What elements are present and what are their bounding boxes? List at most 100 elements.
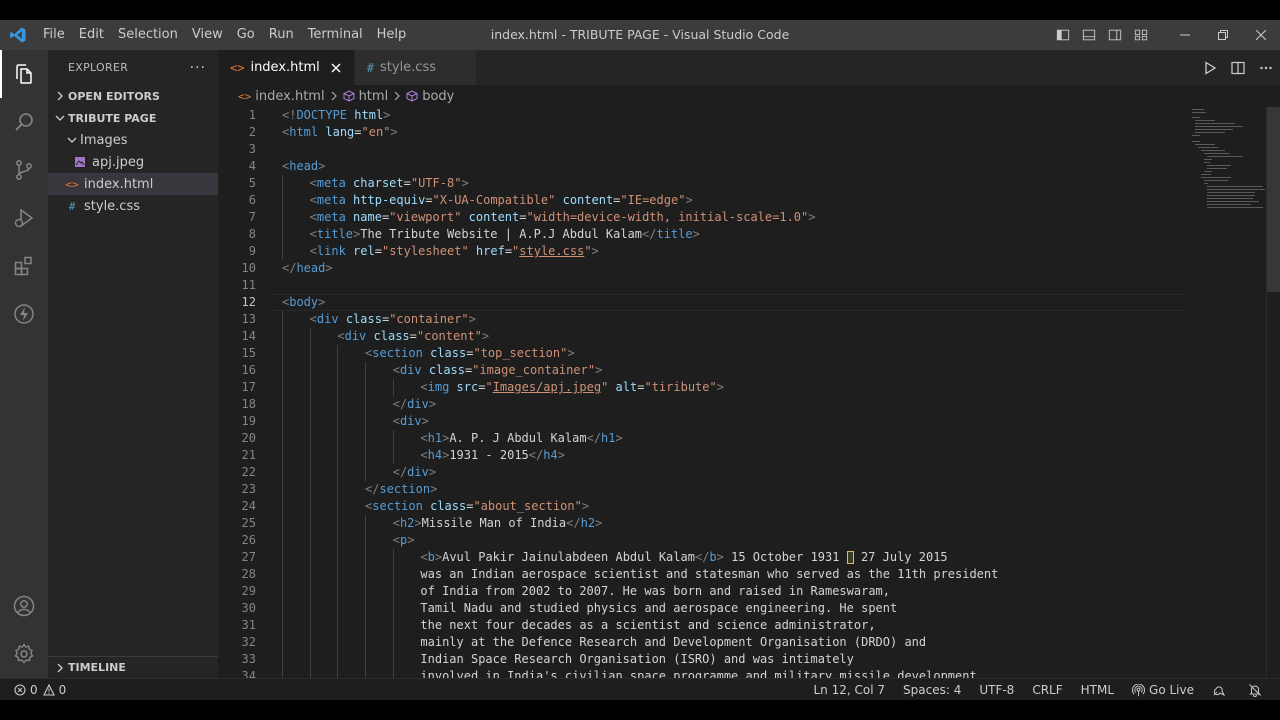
menu-edit[interactable]: Edit [72,20,111,50]
menu-terminal[interactable]: Terminal [301,20,370,50]
code-token: = [409,329,417,343]
code-line[interactable]: 32 mainly at the Defence Research and Dev… [218,634,1188,651]
breadcrumb-file[interactable]: <> index.html [238,89,325,104]
cursor-position[interactable]: Ln 12, Col 7 [805,679,895,701]
search-icon[interactable] [0,98,48,146]
menu-view[interactable]: View [185,20,230,50]
code-line[interactable]: 3 [218,141,1188,158]
source-control-icon[interactable] [0,146,48,194]
code-token: div [399,363,422,377]
toggle-secondary-sidebar-icon[interactable] [1102,20,1128,50]
code-line[interactable]: 9 <link rel="stylesheet" href="style.css"… [218,243,1188,260]
code-line[interactable]: 30 Tamil Nadu and studied physics and aer… [218,600,1188,617]
explorer-icon[interactable] [0,50,48,98]
code-line[interactable]: 20 <h1>A. P. J Abdul Kalam</h1> [218,430,1188,447]
code-line[interactable]: 21 <h4>1931 - 2015</h4> [218,447,1188,464]
code-line[interactable]: 16 <div class="image_container"> [218,362,1188,379]
code-line[interactable]: 4 <head> [218,158,1188,175]
code-line[interactable]: 28 was an Indian aerospace scientist and … [218,566,1188,583]
close-window-icon[interactable] [1242,20,1280,50]
code-line[interactable]: 34 involved in India's civilian space pro… [218,668,1188,678]
code-editor[interactable]: 1 <!DOCTYPE html> 2 <html lang="en"> 3 4 <head… [218,107,1188,678]
line-source: <head> [282,158,325,175]
code-line[interactable]: 19 <div> [218,413,1188,430]
code-token: html [289,125,319,139]
indent-guide [337,379,339,396]
minimize-icon[interactable] [1166,20,1204,50]
project-section[interactable]: TRIBUTE PAGE [48,107,218,129]
code-line[interactable]: 1 <!DOCTYPE html> [218,107,1188,124]
close-tab-icon[interactable] [328,60,344,76]
tree-file-apj-jpeg[interactable]: apj.jpeg [48,151,218,173]
toggle-panel-icon[interactable] [1076,20,1102,50]
code-line[interactable]: 13 <div class="container"> [218,311,1188,328]
notifications-bell-icon[interactable] [1239,683,1280,697]
encoding-status[interactable]: UTF-8 [970,679,1023,701]
menu-go[interactable]: Go [230,20,262,50]
tree-file-index-html[interactable]: <> index.html [48,173,218,195]
breadcrumb-body[interactable]: body [406,89,454,104]
code-line[interactable]: 29 of India from 2002 to 2007. He was bor… [218,583,1188,600]
lightning-icon[interactable] [0,290,48,338]
extensions-icon[interactable] [0,242,48,290]
language-mode[interactable]: HTML [1072,679,1123,701]
customize-layout-icon[interactable] [1128,20,1154,50]
code-line[interactable]: 24 <section class="about_section"> [218,498,1188,515]
eol-status[interactable]: CRLF [1023,679,1071,701]
menu-file[interactable]: File [36,20,72,50]
code-line[interactable]: 14 <div class="content"> [218,328,1188,345]
open-editors-section[interactable]: OPEN EDITORS [48,85,218,107]
indent-guide [365,430,367,447]
code-line[interactable]: 6 <meta http-equiv="X-UA-Compatible" cont… [218,192,1188,209]
settings-gear-icon[interactable] [0,630,48,678]
line-source: was an Indian aerospace scientist and st… [420,566,998,583]
breadcrumb-html-label: html [358,88,389,104]
tree-folder-images[interactable]: Images [48,129,218,151]
minimap[interactable] [1190,107,1266,217]
indent-guide [337,634,339,651]
run-debug-icon[interactable] [0,194,48,242]
restore-icon[interactable] [1204,20,1242,50]
menu-selection[interactable]: Selection [111,20,185,50]
code-line[interactable]: 31 the next four decades as a scientist a… [218,617,1188,634]
code-line[interactable]: 11 [218,277,1188,294]
code-line[interactable]: 7 <meta name="viewport" content="width=de… [218,209,1188,226]
code-line[interactable]: 23 </section> [218,481,1188,498]
code-line[interactable]: 10 </head> [218,260,1188,277]
code-token: h1 [427,431,443,445]
code-line[interactable]: 26 <p> [218,532,1188,549]
account-icon[interactable] [0,582,48,630]
menu-run[interactable]: Run [262,20,301,50]
tree-file-style-css[interactable]: # style.css [48,195,218,217]
tab-style-css[interactable]: # style.css [354,50,477,85]
code-line[interactable]: 18 </div> [218,396,1188,413]
toggle-sidebar-icon[interactable] [1050,20,1076,50]
tab-index-html[interactable]: <> index.html [218,50,355,85]
code-line[interactable]: 8 <title>The Tribute Website | A.P.J Abdu… [218,226,1188,243]
breadcrumb-html[interactable]: html [343,88,389,104]
code-line[interactable]: 15 <section class="top_section"> [218,345,1188,362]
code-line[interactable]: 27 <b>Avul Pakir Jainulabdeen Abdul Kalam… [218,549,1188,566]
code-token: img [427,380,450,394]
code-line[interactable]: 25 <h2>Missile Man of India</h2> [218,515,1188,532]
vertical-scrollbar[interactable] [1266,107,1280,678]
indentation-status[interactable]: Spaces: 4 [894,679,970,701]
code-line[interactable]: 12 <body> [218,294,1188,311]
feedback-icon[interactable] [1203,683,1239,697]
code-line[interactable]: 17 <img src="Images/apj.jpeg" alt="tiribu… [218,379,1188,396]
go-live-button[interactable]: Go Live [1123,679,1203,701]
more-actions-icon[interactable] [1252,50,1280,85]
split-editor-icon[interactable] [1224,50,1252,85]
code-line[interactable]: 2 <html lang="en"> [218,124,1188,141]
code-line[interactable]: 33 Indian Space Research Organisation (IS… [218,651,1188,668]
code-line[interactable]: 5 <meta charset="UTF-8"> [218,175,1188,192]
indent-guide [282,566,283,583]
problems-indicator[interactable]: 0 0 [14,679,75,701]
code-line[interactable]: 22 </div> [218,464,1188,481]
run-icon[interactable] [1196,50,1224,85]
timeline-section[interactable]: TIMELINE [48,656,218,678]
menu-help[interactable]: Help [370,20,414,50]
scrollbar-thumb[interactable] [1267,107,1280,292]
more-actions-icon[interactable]: ··· [190,60,206,76]
